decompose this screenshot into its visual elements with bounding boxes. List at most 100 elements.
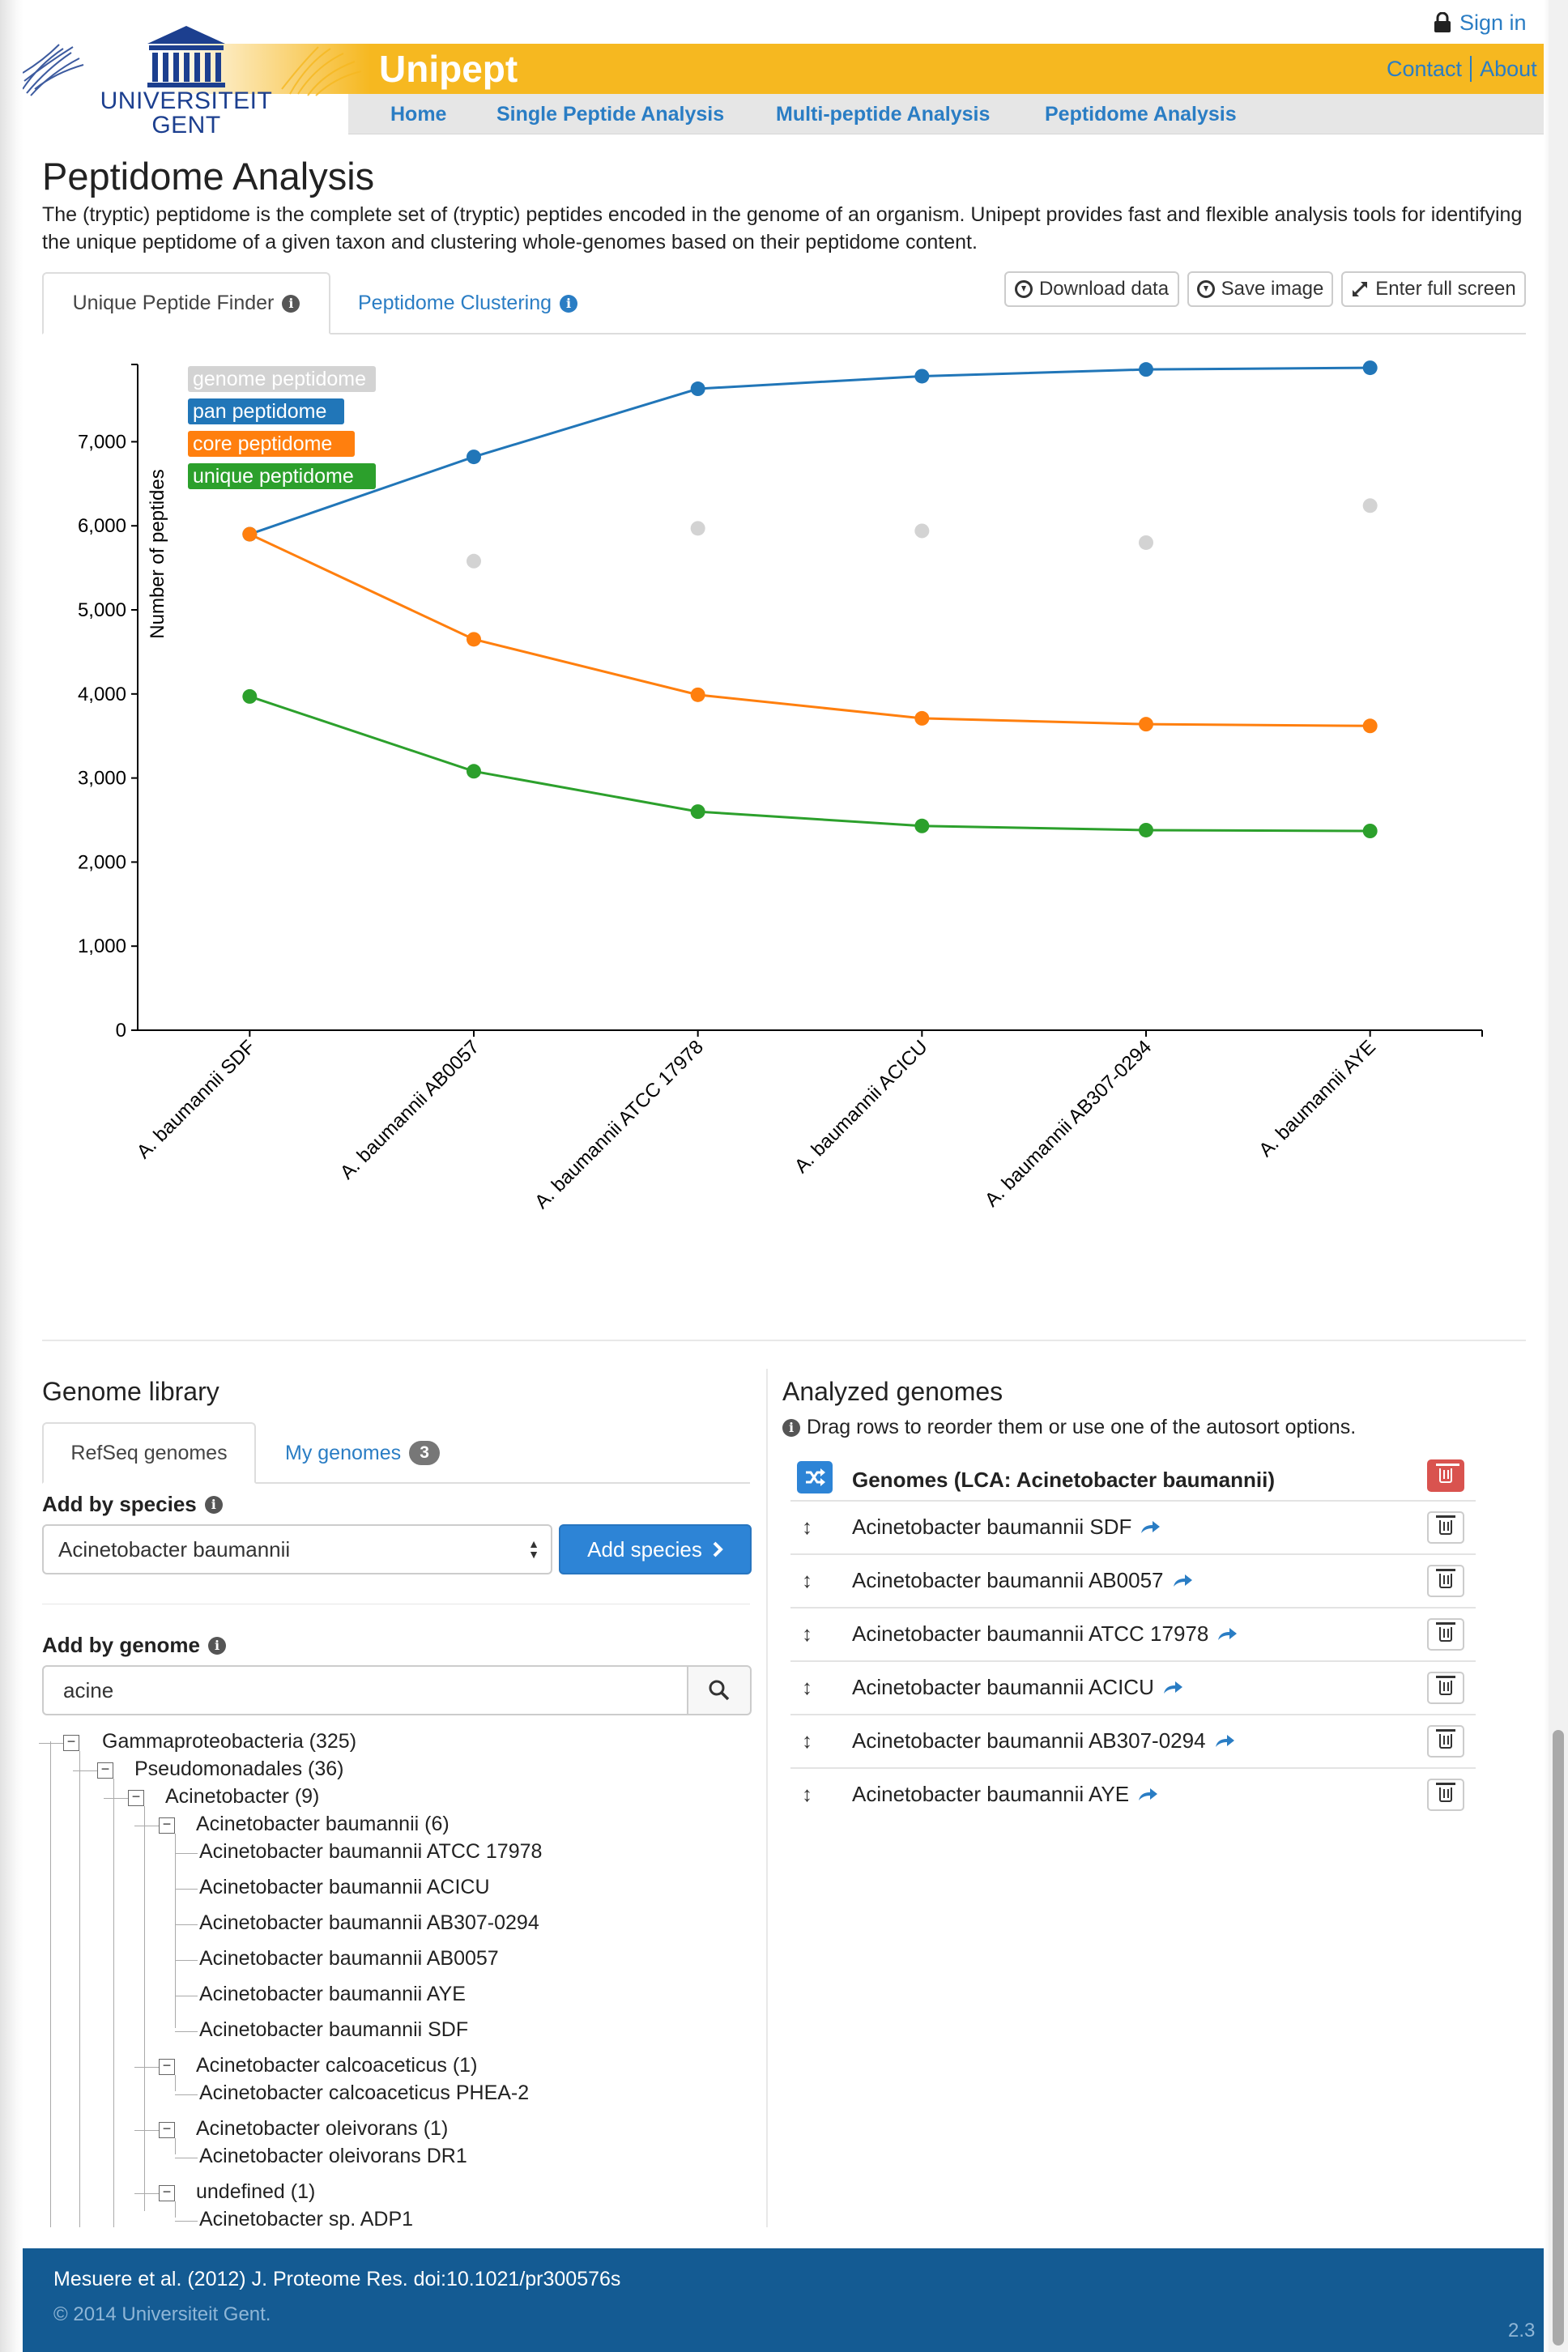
drag-handle-icon[interactable]: ↕ xyxy=(802,1621,812,1647)
tree-node[interactable]: Gammaproteobacteria (325) xyxy=(102,1730,356,1753)
tree-leaf[interactable]: Acinetobacter oleivorans DR1 xyxy=(199,2145,467,2168)
data-point-core-peptidome[interactable] xyxy=(1362,718,1378,734)
genome-row[interactable]: ↕ Acinetobacter baumannii AB0057 xyxy=(790,1553,1476,1605)
tree-node[interactable]: undefined (1) xyxy=(196,2180,315,2204)
sign-in-label[interactable]: Sign in xyxy=(1459,11,1527,36)
tree-leaf[interactable]: Acinetobacter baumannii ATCC 17978 xyxy=(199,1840,542,1864)
tree-leaf[interactable]: Acinetobacter baumannii AB307-0294 xyxy=(199,1911,539,1935)
data-point-core-peptidome[interactable] xyxy=(690,687,705,702)
data-point-unique-peptidome[interactable] xyxy=(1139,822,1153,837)
legend-label[interactable]: genome peptidome xyxy=(193,368,366,390)
genome-row[interactable]: ↕ Acinetobacter baumannii SDF xyxy=(790,1500,1476,1552)
nav-peptidome[interactable]: Peptidome Analysis xyxy=(1045,94,1237,134)
share-arrow-icon[interactable] xyxy=(1140,1520,1161,1535)
collapse-toggle-icon[interactable]: − xyxy=(63,1734,79,1751)
tree-leaf[interactable]: Acinetobacter baumannii AB0057 xyxy=(199,1947,499,1971)
tree-leaf[interactable]: Acinetobacter sp. ADP1 xyxy=(199,2208,413,2231)
info-icon[interactable]: i xyxy=(208,1636,227,1655)
tree-node[interactable]: Acinetobacter (9) xyxy=(165,1785,319,1809)
data-point-genome-peptidome[interactable] xyxy=(1139,535,1153,550)
tree-leaf[interactable]: Acinetobacter baumannii SDF xyxy=(199,2018,468,2042)
data-point-genome-peptidome[interactable] xyxy=(914,523,930,539)
genome-row[interactable]: ↕ Acinetobacter baumannii ACICU xyxy=(790,1660,1476,1712)
legend-label[interactable]: pan peptidome xyxy=(193,400,326,423)
species-select[interactable]: Acinetobacter baumannii ▲ ▼ xyxy=(42,1524,552,1574)
data-point-core-peptidome[interactable] xyxy=(1139,717,1153,732)
collapse-toggle-icon[interactable]: − xyxy=(159,2184,175,2201)
share-arrow-icon[interactable] xyxy=(1162,1681,1183,1695)
drag-handle-icon[interactable]: ↕ xyxy=(802,1728,812,1753)
tree-node[interactable]: Acinetobacter calcoaceticus (1) xyxy=(196,2054,477,2077)
tree-leaf[interactable]: Acinetobacter baumannii AYE xyxy=(199,1983,466,2006)
genome-row[interactable]: ↕ Acinetobacter baumannii ATCC 17978 xyxy=(790,1607,1476,1659)
data-point-unique-peptidome[interactable] xyxy=(467,764,481,779)
contact-link[interactable]: Contact xyxy=(1387,57,1462,82)
remove-genome-button[interactable] xyxy=(1427,1511,1464,1544)
save-image-button[interactable]: Save image xyxy=(1187,271,1333,307)
full-screen-button[interactable]: Enter full screen xyxy=(1341,271,1526,307)
tab-refseq-genomes[interactable]: RefSeq genomes xyxy=(42,1422,256,1484)
search-button[interactable] xyxy=(687,1665,752,1715)
tree-node[interactable]: Pseudomonadales (36) xyxy=(134,1758,344,1781)
info-icon[interactable]: i xyxy=(282,294,300,313)
drag-handle-icon[interactable]: ↕ xyxy=(802,1675,812,1700)
data-point-unique-peptidome[interactable] xyxy=(1362,824,1378,838)
data-point-core-peptidome[interactable] xyxy=(467,632,481,647)
drag-handle-icon[interactable]: ↕ xyxy=(802,1515,812,1540)
tab-unique-peptide-finder[interactable]: Unique Peptide Finder i xyxy=(42,272,330,334)
remove-all-button[interactable] xyxy=(1427,1459,1464,1492)
collapse-toggle-icon[interactable]: − xyxy=(128,1789,144,1806)
legend-label[interactable]: unique peptidome xyxy=(193,465,354,488)
genome-row[interactable]: ↕ Acinetobacter baumannii AYE xyxy=(790,1767,1476,1819)
drag-handle-icon[interactable]: ↕ xyxy=(802,1782,812,1807)
remove-genome-button[interactable] xyxy=(1427,1779,1464,1811)
data-point-genome-peptidome[interactable] xyxy=(690,521,705,536)
data-point-pan-peptidome[interactable] xyxy=(467,450,481,465)
data-point-unique-peptidome[interactable] xyxy=(242,688,258,704)
info-icon[interactable]: i xyxy=(560,294,578,313)
data-point-unique-peptidome[interactable] xyxy=(914,818,930,833)
nav-home[interactable]: Home xyxy=(390,94,446,134)
scrollbar-thumb[interactable] xyxy=(1553,1730,1564,2346)
data-point-core-peptidome[interactable] xyxy=(242,526,258,542)
drag-handle-icon[interactable]: ↕ xyxy=(802,1568,812,1593)
data-point-core-peptidome[interactable] xyxy=(914,710,930,726)
tree-leaf[interactable]: Acinetobacter calcoaceticus PHEA-2 xyxy=(199,2081,529,2105)
remove-genome-button[interactable] xyxy=(1427,1618,1464,1651)
collapse-toggle-icon[interactable]: − xyxy=(159,2121,175,2138)
nav-multi-peptide[interactable]: Multi-peptide Analysis xyxy=(776,94,990,134)
collapse-toggle-icon[interactable]: − xyxy=(97,1762,113,1779)
remove-genome-button[interactable] xyxy=(1427,1672,1464,1704)
data-point-pan-peptidome[interactable] xyxy=(1139,362,1153,377)
genome-row[interactable]: ↕ Acinetobacter baumannii AB307-0294 xyxy=(790,1714,1476,1766)
genome-search-input[interactable]: acine xyxy=(42,1665,688,1715)
collapse-toggle-icon[interactable]: − xyxy=(159,1817,175,1834)
download-data-button[interactable]: Download data xyxy=(1004,271,1179,307)
remove-genome-button[interactable] xyxy=(1427,1725,1464,1758)
data-point-pan-peptidome[interactable] xyxy=(1362,360,1378,376)
autosort-button[interactable] xyxy=(797,1461,833,1493)
share-arrow-icon[interactable] xyxy=(1137,1787,1158,1802)
share-arrow-icon[interactable] xyxy=(1172,1574,1193,1588)
app-title[interactable]: Unipept xyxy=(379,44,518,94)
data-point-pan-peptidome[interactable] xyxy=(914,369,930,384)
collapse-toggle-icon[interactable]: − xyxy=(159,2058,175,2075)
tree-leaf[interactable]: Acinetobacter baumannii ACICU xyxy=(199,1876,490,1899)
about-link[interactable]: About xyxy=(1480,57,1537,82)
tree-node[interactable]: Acinetobacter baumannii (6) xyxy=(196,1813,450,1836)
sign-in-link[interactable]: Sign in xyxy=(1434,6,1527,39)
peptidome-chart[interactable]: 0 1,000 2,000 3,000 4,000 5,000 6,000 7,000 Numb… xyxy=(0,340,1568,1312)
tab-peptidome-clustering[interactable]: Peptidome Clustering i xyxy=(358,272,578,334)
data-point-genome-peptidome[interactable] xyxy=(1362,498,1378,513)
remove-genome-button[interactable] xyxy=(1427,1565,1464,1597)
share-arrow-icon[interactable] xyxy=(1216,1627,1238,1642)
share-arrow-icon[interactable] xyxy=(1214,1734,1235,1749)
tree-node[interactable]: Acinetobacter oleivorans (1) xyxy=(196,2117,448,2141)
add-species-button[interactable]: Add species xyxy=(559,1524,752,1574)
data-point-pan-peptidome[interactable] xyxy=(690,381,705,397)
data-point-genome-peptidome[interactable] xyxy=(467,553,481,569)
info-icon[interactable]: i xyxy=(204,1495,223,1514)
footer-citation[interactable]: Mesuere et al. (2012) J. Proteome Res. d… xyxy=(53,2268,620,2291)
nav-single-peptide[interactable]: Single Peptide Analysis xyxy=(496,94,724,134)
tab-my-genomes[interactable]: My genomes 3 xyxy=(285,1422,441,1484)
